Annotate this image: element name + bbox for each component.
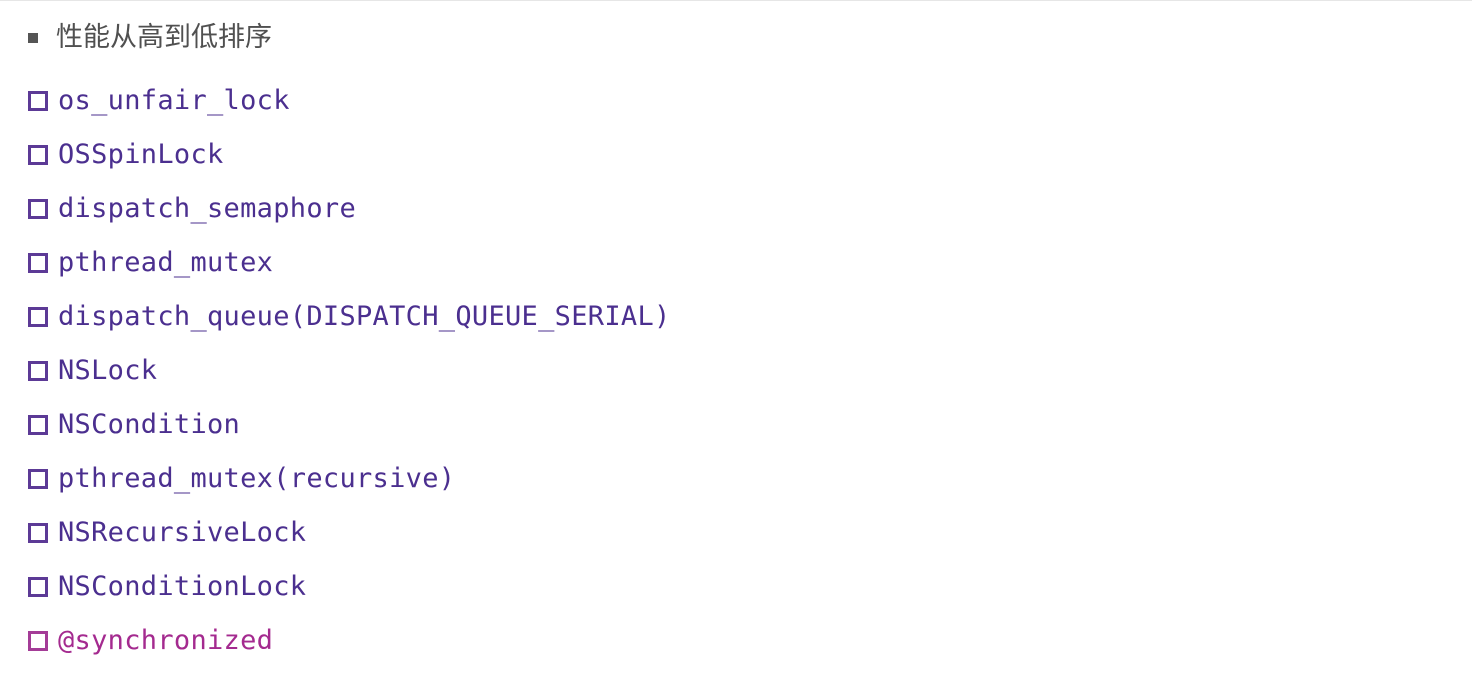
lock-performance-list: os_unfair_lock OSSpinLock dispatch_semap… xyxy=(28,74,671,668)
list-item-label: NSLock xyxy=(58,355,158,386)
checkbox-icon[interactable] xyxy=(28,361,48,381)
checkbox-icon[interactable] xyxy=(28,577,48,597)
checkbox-icon[interactable] xyxy=(28,469,48,489)
list-item: os_unfair_lock xyxy=(28,74,671,128)
list-item: NSConditionLock xyxy=(28,560,671,614)
list-item: OSSpinLock xyxy=(28,128,671,182)
list-item-label: OSSpinLock xyxy=(58,139,224,170)
checkbox-icon[interactable] xyxy=(28,253,48,273)
list-item-label: dispatch_semaphore xyxy=(58,193,356,224)
list-item-label: pthread_mutex xyxy=(58,247,274,278)
list-item: dispatch_semaphore xyxy=(28,182,671,236)
list-item: pthread_mutex xyxy=(28,236,671,290)
checkbox-icon[interactable] xyxy=(28,631,48,651)
checkbox-icon[interactable] xyxy=(28,523,48,543)
list-item-label: NSConditionLock xyxy=(58,571,307,602)
list-heading: 性能从高到低排序 xyxy=(28,20,272,56)
checkbox-icon[interactable] xyxy=(28,91,48,111)
checkbox-icon[interactable] xyxy=(28,415,48,435)
list-item-label: dispatch_queue(DISPATCH_QUEUE_SERIAL) xyxy=(58,301,671,332)
list-item: NSRecursiveLock xyxy=(28,506,671,560)
checkbox-icon[interactable] xyxy=(28,199,48,219)
list-item: dispatch_queue(DISPATCH_QUEUE_SERIAL) xyxy=(28,290,671,344)
list-item-label: @synchronized xyxy=(58,625,274,656)
list-item: @synchronized xyxy=(28,614,671,668)
list-item: NSCondition xyxy=(28,398,671,452)
heading-text: 性能从高到低排序 xyxy=(56,22,272,53)
list-item-label: pthread_mutex(recursive) xyxy=(58,463,456,494)
list-item: NSLock xyxy=(28,344,671,398)
checkbox-icon[interactable] xyxy=(28,307,48,327)
list-item-label: NSRecursiveLock xyxy=(58,517,307,548)
checkbox-icon[interactable] xyxy=(28,145,48,165)
list-item-label: os_unfair_lock xyxy=(58,85,290,116)
list-item-label: NSCondition xyxy=(58,409,241,440)
top-divider xyxy=(0,0,1472,1)
square-bullet-icon xyxy=(28,33,38,43)
list-item: pthread_mutex(recursive) xyxy=(28,452,671,506)
